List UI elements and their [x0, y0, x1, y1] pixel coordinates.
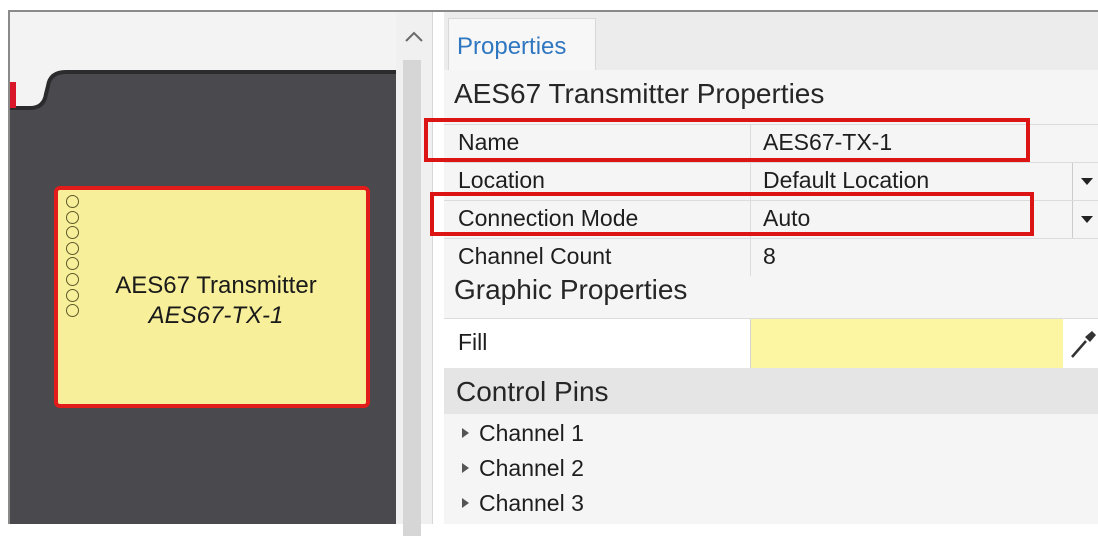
chevron-down-icon[interactable] — [1072, 163, 1098, 200]
schematic-canvas[interactable]: AES67 Transmitter AES67-TX-1 — [10, 12, 396, 524]
fill-color-swatch[interactable] — [750, 319, 1063, 369]
input-pin[interactable] — [66, 226, 79, 240]
section-header-transmitter-properties: AES67 Transmitter Properties — [454, 78, 825, 109]
property-row-fill[interactable]: Fill — [444, 318, 1098, 370]
property-label: Location — [458, 167, 545, 193]
highlight-connection-mode-row — [430, 192, 1034, 236]
schematic-edge-marker — [10, 82, 16, 108]
control-pin-channel-1[interactable]: Channel 1 — [462, 420, 584, 447]
input-pin[interactable] — [66, 195, 79, 208]
vertical-scrollbar[interactable] — [396, 12, 432, 536]
control-pin-channel-3[interactable]: Channel 3 — [462, 490, 584, 517]
triangle-right-icon[interactable] — [462, 497, 469, 508]
tree-item-label: Channel 2 — [479, 455, 584, 481]
property-label: Channel Count — [458, 243, 612, 269]
scrollbar-thumb[interactable] — [403, 60, 421, 536]
channel-count-field[interactable]: 8 — [750, 239, 1098, 276]
properties-tabbar: Properties — [444, 12, 1098, 70]
aes67-transmitter-block[interactable]: AES67 Transmitter AES67-TX-1 — [54, 186, 370, 408]
panel-splitter[interactable] — [432, 12, 441, 524]
highlight-name-row — [424, 118, 1030, 162]
block-instance-name: AES67-TX-1 — [148, 302, 284, 329]
control-pin-channel-2[interactable]: Channel 2 — [462, 455, 584, 482]
input-pin[interactable] — [66, 241, 79, 255]
section-header-graphic-properties: Graphic Properties — [454, 274, 688, 305]
tree-item-label: Channel 1 — [479, 420, 584, 446]
properties-panel: Properties AES67 Transmitter Properties … — [444, 12, 1098, 524]
eyedropper-icon[interactable] — [1066, 327, 1098, 361]
input-pin[interactable] — [66, 257, 79, 271]
tab-properties[interactable]: Properties — [448, 18, 596, 70]
input-pin[interactable] — [66, 210, 79, 224]
chevron-up-icon[interactable] — [403, 26, 425, 48]
triangle-right-icon[interactable] — [462, 462, 469, 473]
block-type-label: AES67 Transmitter — [115, 272, 317, 299]
property-row-channel-count[interactable]: Channel Count 8 — [444, 238, 1098, 277]
tree-item-label: Channel 3 — [479, 490, 584, 516]
property-value: Default Location — [763, 167, 930, 193]
section-header-control-pins[interactable]: Control Pins — [444, 368, 1098, 414]
property-value: 8 — [763, 243, 776, 269]
property-label: Fill — [458, 329, 488, 355]
triangle-right-icon[interactable] — [462, 427, 469, 438]
chevron-down-icon[interactable] — [1072, 201, 1098, 238]
